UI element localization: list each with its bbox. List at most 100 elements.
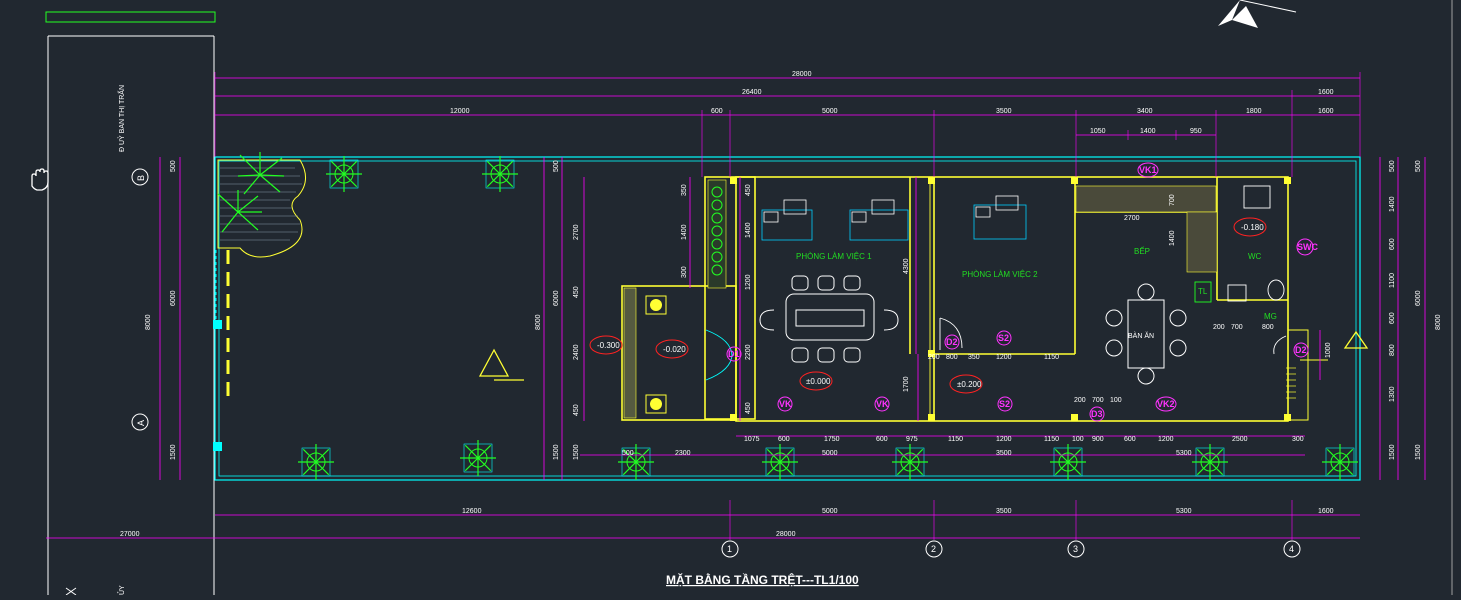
dim-top-3500: 3500 [996, 108, 1012, 115]
dim-l3-450b: 450 [573, 404, 580, 416]
dim-k-1400: 1400 [1169, 230, 1176, 246]
dim-in-975: 975 [906, 436, 918, 443]
drawing-title: MẶT BẰNG TẦNG TRỆT---TL1/100 [666, 572, 859, 587]
dim-in-300: 300 [1292, 436, 1304, 443]
dim-top-3400: 3400 [1137, 108, 1153, 115]
dim-in-5000: 5000 [822, 450, 838, 457]
dim-top-1600a: 1600 [1318, 89, 1334, 96]
dim-in-100: 100 [1072, 436, 1084, 443]
side-label: ỦY [117, 585, 126, 595]
dim-top-26400: 26400 [742, 89, 762, 96]
room-label-wc: WC [1248, 252, 1262, 261]
dim-m-1150: 1150 [1044, 354, 1059, 361]
plant-icon [892, 444, 928, 480]
room-label-work1: PHÒNG LÀM VIỆC 1 [796, 252, 872, 261]
dim-r-1300: 1300 [1389, 386, 1396, 402]
dim-bot-5300: 5300 [1176, 508, 1192, 515]
dim-i-1000: 1000 [1325, 342, 1332, 358]
plant-icon [482, 156, 518, 192]
dim-top-600: 600 [711, 108, 723, 115]
dim-in-600: 600 [778, 436, 790, 443]
north-arrow-icon [1218, 0, 1297, 28]
floor-plan-drawing: Đ UỶ BAN THỊ TRẤN ỦY 1 2 3 4 B A 28000 2… [31, 0, 1453, 596]
dim-in-2300: 2300 [675, 450, 691, 457]
dim-i-2200: 2200 [745, 344, 752, 360]
dim-r2-1500: 1500 [1415, 444, 1422, 460]
dim-in-500: 500 [622, 450, 634, 457]
dim-l3-2700: 2700 [573, 224, 580, 240]
dim-l-6000a: 6000 [170, 290, 177, 306]
dim-l3-2400: 2400 [573, 344, 580, 360]
dim-top-12000: 12000 [450, 108, 470, 115]
plant-icon [1050, 444, 1086, 480]
grid-label-1: 1 [727, 544, 732, 554]
dim-bot-12600: 12600 [462, 508, 482, 515]
tag-vk2: VK2 [1157, 399, 1175, 409]
dim-bot-5000: 5000 [822, 508, 838, 515]
dim-in-1200: 1200 [996, 436, 1012, 443]
tag-swc: SWC [1297, 242, 1318, 252]
dim-m-700: 700 [1092, 397, 1104, 404]
dim-k-2700: 2700 [1124, 215, 1140, 222]
tag-vk-b: VK [876, 399, 889, 409]
dim-in-900: 900 [1092, 436, 1104, 443]
garden-pond [217, 152, 306, 258]
dim-l-8000: 8000 [145, 314, 152, 330]
meeting-table [759, 275, 899, 363]
street-strip: Đ UỶ BAN THỊ TRẤN ỦY [45, 11, 216, 596]
level-4: ±0.200 [957, 380, 982, 389]
dim-l3-1500: 1500 [573, 444, 580, 460]
dim-l2-500: 500 [553, 160, 560, 172]
dim-bot-3500: 3500 [996, 508, 1012, 515]
dim-m-100: 100 [1110, 397, 1122, 404]
palm-tree-icon [217, 190, 262, 233]
dim-i-1400b: 1400 [745, 222, 752, 238]
dim-top-1800: 1800 [1246, 108, 1262, 115]
dim-wc-800: 800 [1262, 324, 1274, 331]
plant-icon [1322, 444, 1358, 480]
dim-in-3500: 3500 [996, 450, 1012, 457]
dim-in-1750: 1750 [824, 436, 840, 443]
tag-d2a: D2 [946, 337, 958, 347]
dim-in-1150b: 1150 [1044, 436, 1059, 443]
street-label: Đ UỶ BAN THỊ TRẤN [116, 85, 126, 152]
dim-top-total: 28000 [792, 71, 812, 78]
dim-top-950: 950 [1190, 128, 1202, 135]
cad-viewport[interactable]: Đ UỶ BAN THỊ TRẤN ỦY 1 2 3 4 B A 28000 2… [0, 0, 1461, 596]
level-2: -0.020 [663, 345, 686, 354]
dim-l3-450: 450 [573, 286, 580, 298]
section-marker-icon [478, 330, 1369, 381]
room-label-dining: BÀN ĂN [1128, 331, 1154, 340]
plant-icon [460, 440, 496, 476]
dim-wc-200: 200 [1213, 324, 1225, 331]
entry-lamps [645, 295, 667, 414]
grid-label-3: 3 [1073, 544, 1078, 554]
dim-m-1200: 1200 [996, 354, 1012, 361]
dim-in-1075: 1075 [744, 436, 760, 443]
dim-top-1400: 1400 [1140, 128, 1156, 135]
level-1: -0.300 [597, 341, 620, 350]
dim-r3-8000: 8000 [1435, 314, 1442, 330]
dim-i-1700: 1700 [903, 376, 910, 392]
dim-in-600c: 600 [1124, 436, 1136, 443]
dim-in-2500: 2500 [1232, 436, 1248, 443]
dim-r-600: 600 [1389, 238, 1396, 250]
dim-l2-1500: 1500 [553, 444, 560, 460]
dim-l-1500: 1500 [170, 444, 177, 460]
dim-bot-left-total: 27000 [120, 531, 140, 538]
plant-icon [298, 444, 334, 480]
dim-i-450c: 450 [745, 402, 752, 414]
dim-bot-total: 28000 [776, 531, 796, 538]
tag-vk1: VK1 [1139, 165, 1157, 175]
dim-in-5300: 5300 [1176, 450, 1192, 457]
dim-r-600b: 600 [1389, 312, 1396, 324]
tag-d1: D1 [728, 349, 740, 359]
level-marker-icons [589, 217, 1267, 394]
dim-r-500: 500 [1389, 160, 1396, 172]
dim-l3-8000: 8000 [535, 314, 542, 330]
dim-i-4300: 4300 [903, 258, 910, 274]
room-label-tl: TL [1198, 287, 1208, 296]
dim-m-200: 200 [928, 354, 940, 361]
pan-hand-icon[interactable] [31, 168, 49, 191]
dim-k-700: 700 [1169, 194, 1176, 206]
